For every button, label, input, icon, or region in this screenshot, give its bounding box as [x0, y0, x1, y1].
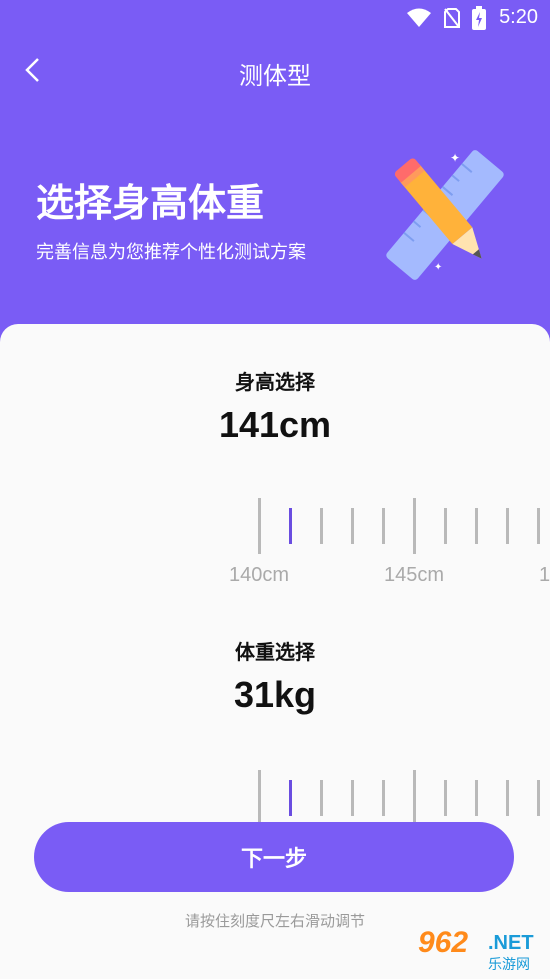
ruler-minor-tick — [351, 508, 354, 544]
ruler-minor-tick — [382, 508, 385, 544]
ruler-label: 145cm — [383, 564, 445, 586]
height-value: 141cm — [218, 404, 332, 445]
next-button[interactable]: 下一步 — [34, 822, 514, 892]
hero-title: 选择身高体重 — [36, 181, 265, 225]
ruler-minor-tick — [444, 508, 447, 544]
battery-charging-icon — [472, 6, 486, 30]
no-sim-icon — [444, 8, 460, 28]
ruler-minor-tick — [506, 780, 509, 816]
header-banner: 5:20 测体型 选择身高体重 完善信息为您推荐个性化测试方案 ✦ ✦ — [0, 0, 550, 360]
ruler-minor-tick — [444, 780, 447, 816]
hero-subtitle: 完善信息为您推荐个性化测试方案 — [36, 242, 306, 263]
ruler-major-tick — [258, 498, 261, 554]
weight-ruler[interactable] — [0, 762, 550, 822]
ruler-minor-tick — [506, 508, 509, 544]
ruler-minor-tick — [475, 508, 478, 544]
ruler-minor-tick — [289, 508, 292, 544]
ruler-major-tick — [413, 770, 416, 822]
ruler-minor-tick — [351, 780, 354, 816]
watermark-logo: 962 .NET 乐游网 — [418, 926, 534, 973]
height-label: 身高选择 — [235, 370, 315, 394]
page-title: 测体型 — [239, 62, 311, 90]
ruler-minor-tick — [382, 780, 385, 816]
ruler-label: 150cm — [538, 564, 550, 586]
ruler-major-tick — [413, 498, 416, 554]
weight-label: 体重选择 — [235, 640, 315, 664]
ruler-minor-tick — [320, 780, 323, 816]
pencil-ruler-icon: ✦ ✦ — [386, 150, 504, 280]
ruler-minor-tick — [289, 780, 292, 816]
ruler-minor-tick — [475, 780, 478, 816]
ruler-major-tick — [258, 770, 261, 822]
height-ruler[interactable]: 140cm 145cm 150cm — [0, 490, 550, 600]
status-time: 5:20 — [499, 6, 538, 28]
status-bar: 5:20 — [0, 0, 550, 36]
weight-value: 31kg — [233, 674, 317, 715]
ruler-minor-tick — [537, 508, 540, 544]
svg-text:✦: ✦ — [450, 151, 460, 165]
wifi-icon — [407, 8, 431, 27]
ruler-minor-tick — [537, 780, 540, 816]
ruler-minor-tick — [320, 508, 323, 544]
ruler-label: 140cm — [228, 564, 290, 586]
svg-text:✦: ✦ — [434, 262, 442, 273]
